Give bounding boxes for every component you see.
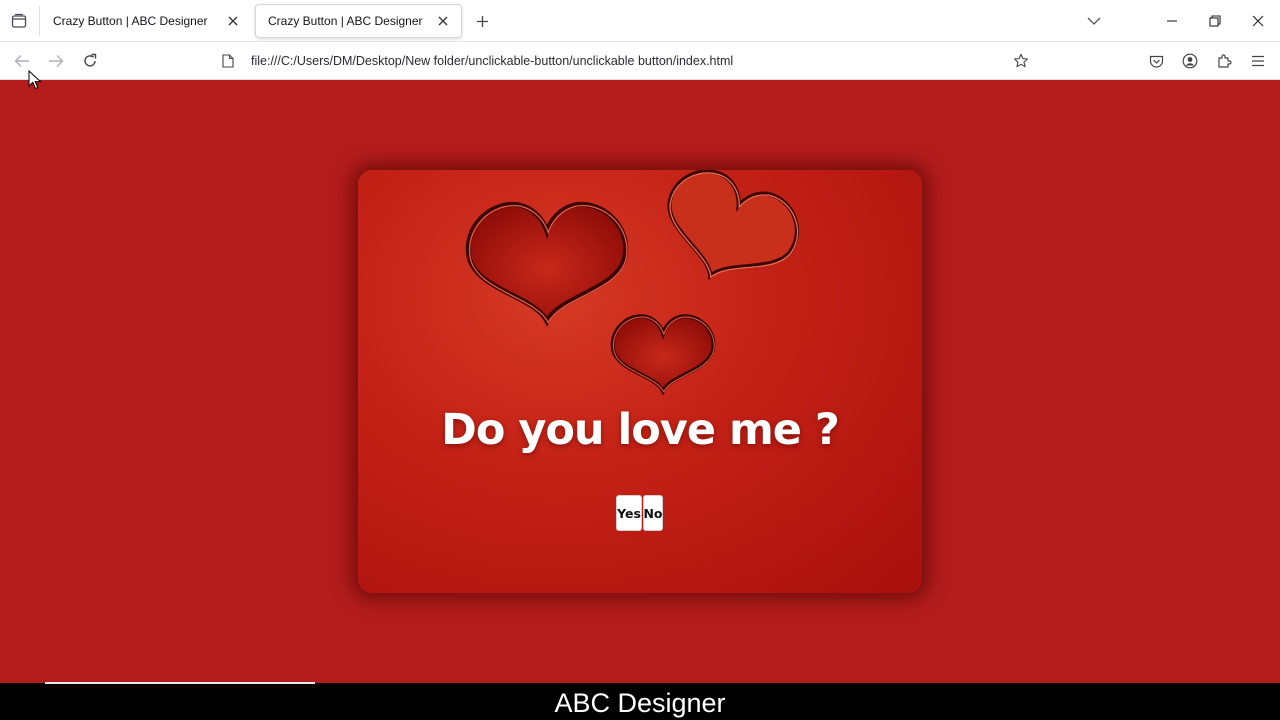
page-background: Do you love me ? Yes No — [0, 80, 1280, 683]
love-card: Do you love me ? Yes No — [358, 170, 922, 593]
tab-separator — [39, 6, 40, 36]
reload-icon[interactable] — [80, 51, 100, 71]
answer-buttons: Yes No — [616, 495, 663, 531]
question-heading: Do you love me ? — [441, 405, 840, 455]
restore-icon[interactable] — [1205, 11, 1225, 31]
tab-2-active[interactable]: Crazy Button | ABC Designer — [255, 4, 462, 38]
extensions-icon[interactable] — [1214, 51, 1234, 71]
minimize-icon[interactable] — [1162, 11, 1182, 31]
tab-strip: Crazy Button | ABC Designer Crazy Button… — [0, 0, 1280, 42]
address-bar[interactable]: file:///C:/Users/DM/Desktop/New folder/u… — [212, 47, 1044, 75]
yes-button[interactable]: Yes — [616, 495, 642, 531]
url-text[interactable]: file:///C:/Users/DM/Desktop/New folder/u… — [251, 54, 733, 68]
back-arrow-icon[interactable] — [12, 51, 32, 71]
plus-icon[interactable] — [472, 11, 492, 31]
close-icon[interactable] — [1248, 11, 1268, 31]
navigation-bar: file:///C:/Users/DM/Desktop/New folder/u… — [0, 42, 1280, 80]
heart-tilted — [667, 170, 800, 281]
tab-title: Crazy Button | ABC Designer — [53, 14, 208, 28]
mouse-cursor-icon — [28, 70, 42, 90]
tab-title: Crazy Button | ABC Designer — [268, 14, 423, 28]
close-icon[interactable] — [225, 13, 241, 29]
forward-arrow-icon[interactable] — [46, 51, 66, 71]
pocket-icon[interactable] — [1146, 51, 1166, 71]
page-icon — [220, 53, 236, 69]
hamburger-menu-icon[interactable] — [1248, 51, 1268, 71]
heart-large — [465, 201, 629, 327]
star-icon[interactable] — [1012, 52, 1030, 70]
chevron-down-icon[interactable] — [1084, 11, 1104, 31]
no-button[interactable]: No — [643, 495, 663, 531]
caption-text: ABC Designer — [554, 688, 726, 718]
tab-1[interactable]: Crazy Button | ABC Designer — [41, 4, 251, 38]
tab-list-icon[interactable] — [6, 9, 32, 33]
account-icon[interactable] — [1180, 51, 1200, 71]
heart-small — [610, 314, 716, 396]
close-icon[interactable] — [435, 13, 451, 29]
